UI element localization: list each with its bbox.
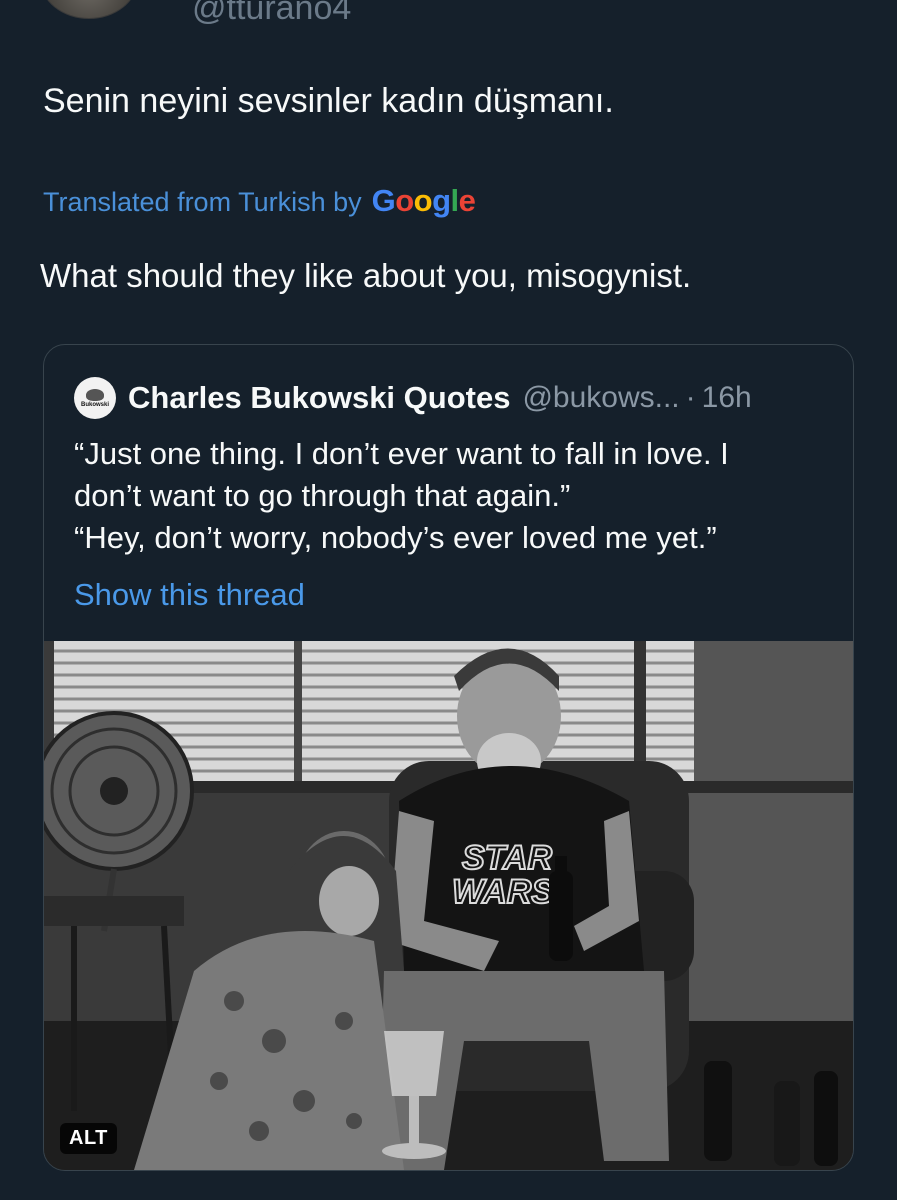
- quoted-author-handle[interactable]: @bukows...: [522, 381, 679, 415]
- quoted-line-3: “Hey, don’t worry, nobody’s ever loved m…: [74, 519, 717, 555]
- shirt-text-top: STAR: [462, 839, 552, 877]
- shirt-text-bottom: WARS: [452, 873, 554, 911]
- time-separator: ·: [685, 381, 696, 414]
- translated-text: What should they like about you, misogyn…: [40, 257, 692, 294]
- quoted-tweet-photo[interactable]: STAR WARS ALT: [44, 641, 853, 1170]
- show-thread-link[interactable]: Show this thread: [74, 577, 305, 613]
- author-handle[interactable]: @tturano4: [192, 0, 351, 25]
- google-logo: Google: [371, 183, 476, 218]
- quoted-line-2: don’t want to go through that again.”: [74, 477, 571, 513]
- quoted-tweet-header: Bukowski Charles Bukowski Quotes @bukows…: [74, 377, 752, 419]
- quoted-line-1: “Just one thing. I don’t ever want to fa…: [74, 436, 729, 471]
- photo-illustration: STAR WARS: [44, 641, 853, 1170]
- alt-text-badge[interactable]: ALT: [60, 1123, 117, 1154]
- translation-attribution[interactable]: Translated from Turkish by Google: [43, 183, 476, 219]
- quoted-tweet-time[interactable]: 16h: [702, 381, 752, 415]
- quoted-tweet-body: “Just one thing. I don’t ever want to fa…: [74, 433, 834, 559]
- tweet-author-row[interactable]: @tturano4: [40, 0, 351, 25]
- quoted-author-avatar[interactable]: Bukowski: [74, 377, 116, 419]
- translation-label[interactable]: Translated from Turkish by: [43, 187, 362, 218]
- avatar-logo-text: Bukowski: [80, 401, 109, 408]
- tweet-text: Senin neyini sevsinler kadın düşmanı.: [43, 82, 614, 120]
- author-avatar[interactable]: [40, 0, 138, 19]
- quoted-tweet-card[interactable]: Bukowski Charles Bukowski Quotes @bukows…: [43, 344, 854, 1171]
- tweet-detail-page: @tturano4 Senin neyini sevsinler kadın d…: [0, 0, 897, 1200]
- quoted-author-name[interactable]: Charles Bukowski Quotes: [128, 380, 510, 416]
- avatar-face-icon: [86, 388, 104, 401]
